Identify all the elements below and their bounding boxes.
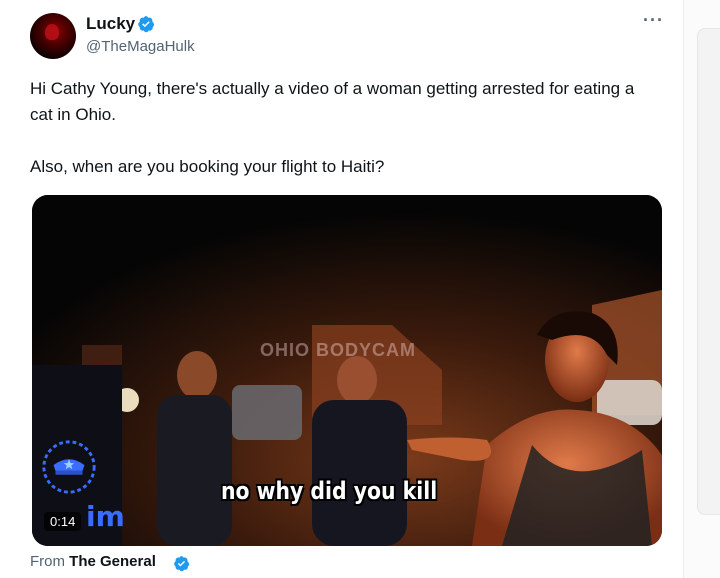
sidebar-panel bbox=[697, 28, 720, 515]
video-watermark: OHIO BODYCAM bbox=[260, 340, 416, 360]
video-timer: 0:14 bbox=[44, 512, 82, 531]
source-name[interactable]: The General bbox=[69, 553, 156, 570]
avatar[interactable] bbox=[30, 13, 76, 59]
tweet-text-paragraph-1: Hi Cathy Young, there's actually a video… bbox=[30, 79, 635, 124]
channel-logo-text: im bbox=[86, 500, 125, 533]
tweet-text-paragraph-2: Also, when are you booking your flight t… bbox=[30, 157, 385, 176]
tweet-card: Lucky @TheMagaHulk ··· Hi Cathy Young, t… bbox=[0, 0, 684, 578]
more-options-icon[interactable]: ··· bbox=[643, 10, 664, 31]
police-badge-logo-icon bbox=[42, 440, 96, 494]
video-caption: no why did you kill bbox=[221, 477, 438, 505]
author-name[interactable]: Lucky bbox=[86, 14, 135, 34]
verified-badge-icon bbox=[138, 16, 155, 33]
source-prefix: From bbox=[30, 553, 65, 570]
author-handle[interactable]: @TheMagaHulk bbox=[86, 38, 195, 55]
source-attribution[interactable]: From The General bbox=[30, 553, 156, 570]
source-verified-badge-icon bbox=[174, 556, 190, 572]
